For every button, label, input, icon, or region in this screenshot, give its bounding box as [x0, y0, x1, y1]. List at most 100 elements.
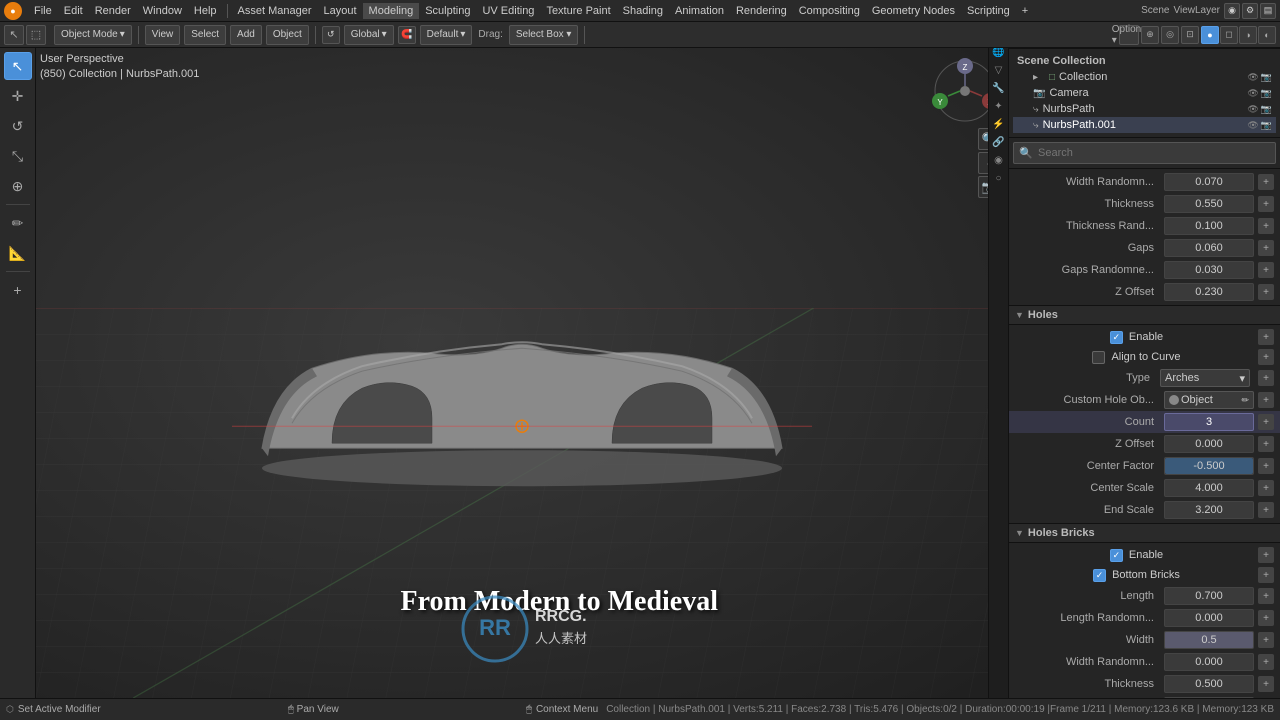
modifier-icon[interactable]: 🔧 — [991, 80, 1007, 96]
lookdev-icon[interactable]: ◑ — [1239, 26, 1257, 44]
count-row[interactable]: Count 3 + — [1009, 411, 1280, 433]
prop-gaps[interactable]: Gaps 0.060 + — [1009, 237, 1280, 259]
prop-thickness[interactable]: Thickness 0.550 + — [1009, 193, 1280, 215]
wireframe-icon[interactable]: ◻ — [1220, 26, 1238, 44]
prop-center-factor[interactable]: Center Factor -0.500 + — [1009, 455, 1280, 477]
gizmo-icon[interactable]: ⊕ — [1141, 26, 1159, 44]
curve2-render-icon[interactable]: 📷 — [1261, 120, 1272, 131]
prop-thickness-rand-plus[interactable]: + — [1258, 218, 1274, 234]
prop-gaps-rand[interactable]: Gaps Randomne... 0.030 + — [1009, 259, 1280, 281]
prop-length[interactable]: Length 0.700 + — [1009, 585, 1280, 607]
snap-icon[interactable]: 🧲 — [398, 26, 416, 44]
constraints-icon[interactable]: 🔗 — [991, 134, 1007, 150]
top-icon-1[interactable]: ◉ — [1224, 3, 1240, 19]
holes-section-header[interactable]: ▼ Holes — [1009, 305, 1280, 325]
prop-gaps-rand-value[interactable]: 0.030 — [1164, 261, 1254, 279]
thickness-bricks-plus[interactable]: + — [1258, 676, 1274, 692]
width-rand-bricks-value[interactable]: 0.000 — [1164, 653, 1254, 671]
tool-scale[interactable]: ⤡ — [4, 142, 32, 170]
top-icon-2[interactable]: ⚙ — [1242, 3, 1258, 19]
collection-eye-icon[interactable]: 👁 — [1247, 72, 1258, 83]
prop-thickness-value[interactable]: 0.550 — [1164, 195, 1254, 213]
center-scale-value[interactable]: 4.000 — [1164, 479, 1254, 497]
object-mode-dropdown[interactable]: Object Mode▾ — [54, 25, 132, 45]
menu-rendering[interactable]: Rendering — [730, 3, 793, 19]
curve2-eye-icon[interactable]: 👁 — [1247, 120, 1258, 131]
width-rand-bricks-plus[interactable]: + — [1258, 654, 1274, 670]
center-factor-plus[interactable]: + — [1258, 458, 1274, 474]
select-box-dropdown[interactable]: Select Box ▾ — [509, 25, 579, 45]
prop-thickness-bricks[interactable]: Thickness 0.500 + — [1009, 673, 1280, 695]
prop-gaps-value[interactable]: 0.060 — [1164, 239, 1254, 257]
holes-bricks-section-header[interactable]: ▼ Holes Bricks — [1009, 523, 1280, 543]
add-menu[interactable]: Add — [230, 25, 262, 45]
camera-render-icon[interactable]: 📷 — [1261, 88, 1272, 99]
orientation-icon[interactable]: ↺ — [322, 26, 340, 44]
prop-z-offset-holes[interactable]: Z Offset 0.000 + — [1009, 433, 1280, 455]
menu-edit[interactable]: Edit — [58, 3, 89, 19]
prop-thickness-rand-value[interactable]: 0.100 — [1164, 217, 1254, 235]
menu-texture-paint[interactable]: Texture Paint — [540, 3, 616, 19]
object-icon[interactable]: ▽ — [991, 62, 1007, 78]
holes-align-plus[interactable]: + — [1258, 349, 1274, 365]
solid-shading-icon[interactable]: ● — [1201, 26, 1219, 44]
count-plus[interactable]: + — [1258, 414, 1274, 430]
width-bricks-value[interactable]: 0.5 — [1164, 631, 1254, 649]
prop-width-rand-bricks[interactable]: Width Randomn... 0.000 + — [1009, 651, 1280, 673]
prop-z-offset-main-value[interactable]: 0.230 — [1164, 283, 1254, 301]
menu-compositing[interactable]: Compositing — [793, 3, 866, 19]
object-menu[interactable]: Object — [266, 25, 309, 45]
menu-geometry-nodes[interactable]: Geometry Nodes — [866, 3, 961, 19]
menu-file[interactable]: File — [28, 3, 58, 19]
custom-hole-plus[interactable]: + — [1258, 392, 1274, 408]
viewport-icon-2[interactable]: ⬚ — [26, 25, 46, 45]
menu-scripting[interactable]: Scripting — [961, 3, 1016, 19]
data-icon[interactable]: ◉ — [991, 152, 1007, 168]
prop-z-offset-main[interactable]: Z Offset 0.230 + — [1009, 281, 1280, 303]
z-offset-holes-plus[interactable]: + — [1258, 436, 1274, 452]
menu-shading[interactable]: Shading — [617, 3, 669, 19]
tool-move[interactable]: ✛ — [4, 82, 32, 110]
tool-add[interactable]: + — [4, 276, 32, 304]
collection-item-nurbspath001[interactable]: ⤷ NurbsPath.001 👁 📷 — [1013, 117, 1276, 133]
prop-end-scale[interactable]: End Scale 3.200 + — [1009, 499, 1280, 521]
center-scale-plus[interactable]: + — [1258, 480, 1274, 496]
material-icon[interactable]: ○ — [991, 170, 1007, 186]
prop-width-rand-value[interactable]: 0.070 — [1164, 173, 1254, 191]
holes-bricks-enable-plus[interactable]: + — [1258, 547, 1274, 563]
menu-render[interactable]: Render — [89, 3, 137, 19]
top-icon-3[interactable]: ▤ — [1260, 3, 1276, 19]
end-scale-plus[interactable]: + — [1258, 502, 1274, 518]
end-scale-value[interactable]: 3.200 — [1164, 501, 1254, 519]
holes-type-plus[interactable]: + — [1258, 370, 1274, 386]
collection-item-collection[interactable]: ▸ □ Collection 👁 📷 — [1013, 69, 1276, 85]
length-value[interactable]: 0.700 — [1164, 587, 1254, 605]
count-value[interactable]: 3 — [1164, 413, 1254, 431]
orientation-dropdown[interactable]: Global▾ — [344, 25, 394, 45]
snap-dropdown[interactable]: Default▾ — [420, 25, 473, 45]
thickness-bricks-value[interactable]: 0.500 — [1164, 675, 1254, 693]
camera-eye-icon[interactable]: 👁 — [1247, 88, 1258, 99]
prop-length-rand[interactable]: Length Randomn... 0.000 + — [1009, 607, 1280, 629]
holes-bricks-enable-checkbox[interactable]: ✓ — [1110, 549, 1123, 562]
center-factor-value[interactable]: -0.500 — [1164, 457, 1254, 475]
bottom-bricks-checkbox[interactable]: ✓ — [1093, 569, 1106, 582]
prop-gaps-plus[interactable]: + — [1258, 240, 1274, 256]
holes-enable-plus[interactable]: + — [1258, 329, 1274, 345]
holes-enable-checkbox[interactable]: ✓ — [1110, 331, 1123, 344]
menu-layout[interactable]: Layout — [318, 3, 363, 19]
collection-item-nurbspath[interactable]: ⤷ NurbsPath 👁 📷 — [1013, 101, 1276, 117]
length-rand-value[interactable]: 0.000 — [1164, 609, 1254, 627]
menu-help[interactable]: Help — [188, 3, 223, 19]
tool-rotate[interactable]: ↺ — [4, 112, 32, 140]
physics-icon[interactable]: ⚡ — [991, 116, 1007, 132]
viewport[interactable]: User Perspective (850) Collection | Nurb… — [36, 48, 1008, 698]
z-offset-holes-value[interactable]: 0.000 — [1164, 435, 1254, 453]
tool-transform[interactable]: ⊕ — [4, 172, 32, 200]
prop-width-bricks[interactable]: Width 0.5 + — [1009, 629, 1280, 651]
length-rand-plus[interactable]: + — [1258, 610, 1274, 626]
curve1-render-icon[interactable]: 📷 — [1261, 104, 1272, 115]
particles-icon[interactable]: ✦ — [991, 98, 1007, 114]
tool-measure[interactable]: 📐 — [4, 239, 32, 267]
menu-animation[interactable]: Animation — [669, 3, 730, 19]
